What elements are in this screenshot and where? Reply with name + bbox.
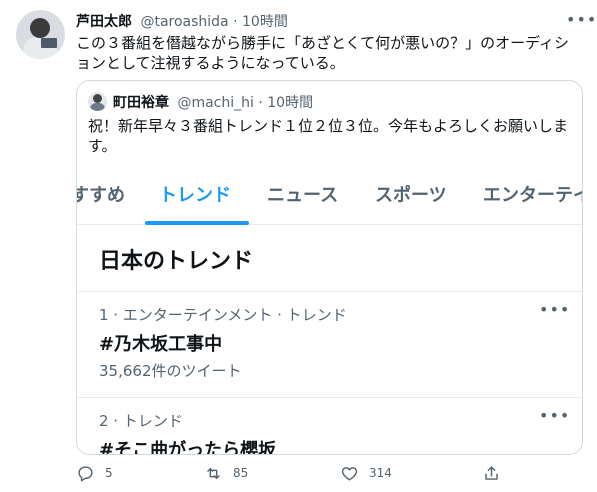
tweet[interactable]: 芦田太郎 @taroashida · 10時間 ••• この３番組を僭越ながら勝… (0, 0, 597, 492)
attached-screenshot[interactable]: すすめ トレンド ニュース スポーツ エンターテイ 日本のトレンド 1 · エン… (76, 165, 583, 455)
tab-trend: トレンド (159, 185, 231, 206)
trend-name: #乃木坂工事中 (99, 334, 223, 355)
like-button[interactable]: 314 (340, 462, 392, 484)
more-options-icon[interactable]: ••• (566, 10, 597, 29)
retweet-icon (207, 467, 220, 479)
share-button[interactable] (482, 462, 501, 484)
trend-item: 1 · エンターテインメント · トレンド ••• #乃木坂工事中 35,662… (77, 291, 582, 397)
author-handle[interactable]: @taroashida · 10時間 (140, 14, 287, 30)
quoted-author-name: 町田裕章 (113, 95, 169, 111)
screenshot-tab-bar: すすめ トレンド ニュース スポーツ エンターテイ (76, 165, 583, 225)
trend-context: 1 · エンターテインメント · トレンド (99, 306, 347, 324)
share-icon (485, 465, 498, 480)
quoted-tweet-text: 祝！新年早々３番組トレンド１位２位３位。今年もよろしくお願いします。 (88, 117, 569, 155)
quoted-tweet-header: 町田裕章 @machi_hi · 10時間 (113, 92, 313, 112)
tweet-time: 10時間 (242, 14, 288, 30)
author-avatar[interactable] (16, 10, 65, 59)
trend-name: #そこ曲がったら櫻坂 (99, 440, 277, 455)
retweet-button[interactable]: 85 (204, 462, 248, 484)
tab-entertainment: エンターテイ (483, 185, 583, 206)
heart-icon (341, 466, 358, 481)
trend-more-icon: ••• (539, 406, 571, 425)
quoted-tweet[interactable]: 町田裕章 @machi_hi · 10時間 祝！新年早々３番組トレンド１位２位３… (76, 80, 583, 455)
quoted-tweet-time: 10時間 (267, 95, 314, 111)
retweet-count: 85 (233, 466, 249, 480)
reply-icon (78, 465, 93, 481)
author-name[interactable]: 芦田太郎 (76, 14, 132, 30)
section-title: 日本のトレンド (99, 249, 254, 274)
trend-item: 2 · トレンド ••• #そこ曲がったら櫻坂 (77, 397, 582, 455)
reply-button[interactable]: 5 (76, 462, 113, 484)
reply-count: 5 (105, 466, 113, 480)
like-count: 314 (369, 466, 392, 480)
quoted-author-handle: @machi_hi · 10時間 (177, 95, 314, 111)
quoted-author-avatar (88, 92, 107, 111)
trend-context: 2 · トレンド (99, 412, 183, 430)
active-tab-indicator (145, 221, 249, 225)
tab-osusume: すすめ (76, 185, 125, 206)
tab-sports: スポーツ (375, 185, 447, 206)
trend-count: 35,662件のツイート (99, 362, 242, 380)
trend-more-icon: ••• (539, 300, 571, 319)
tweet-text: この３番組を僭越ながら勝手に「あざとくて何が悪いの？」のオーディションとして注視… (76, 34, 570, 72)
tweet-header: 芦田太郎 @taroashida · 10時間 (76, 11, 288, 31)
tab-news: ニュース (267, 185, 339, 206)
tweet-actions: 5 85 314 (76, 462, 576, 484)
